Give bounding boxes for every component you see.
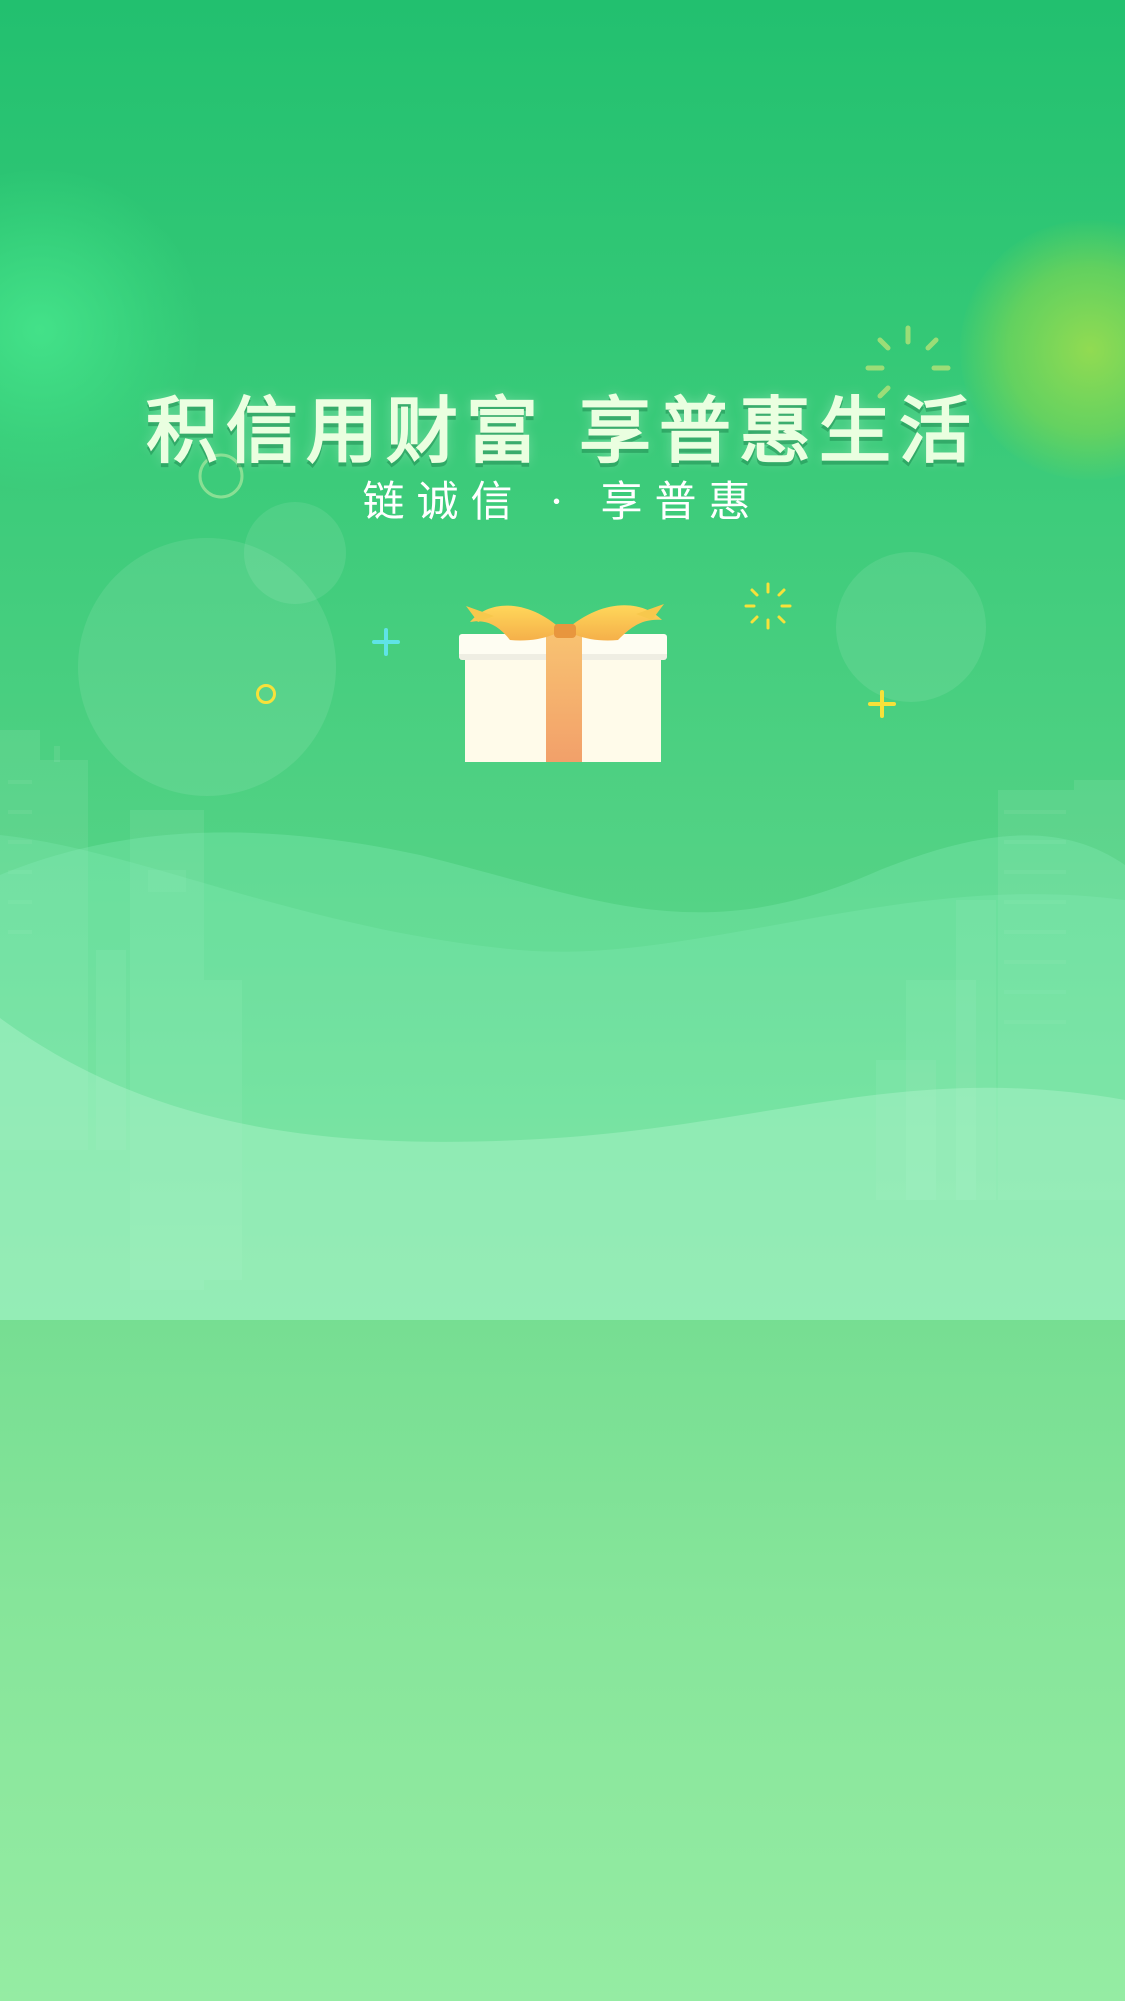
gift-box-icon bbox=[459, 604, 667, 762]
plus-sparkle-icon bbox=[372, 628, 400, 656]
plus-sparkle-icon bbox=[868, 690, 896, 718]
splash-screen: 积信用财富 享普惠生活 链诚信 · 享普惠 bbox=[0, 0, 1125, 2001]
decorative-bubble bbox=[836, 552, 986, 702]
sparkle-burst-icon bbox=[744, 582, 792, 630]
ring-icon bbox=[256, 684, 276, 704]
banner-headline: 积信用财富 享普惠生活 bbox=[145, 389, 980, 473]
banner-subline: 链诚信 · 享普惠 bbox=[362, 477, 763, 526]
city-skyline-illustration bbox=[0, 730, 1125, 1320]
